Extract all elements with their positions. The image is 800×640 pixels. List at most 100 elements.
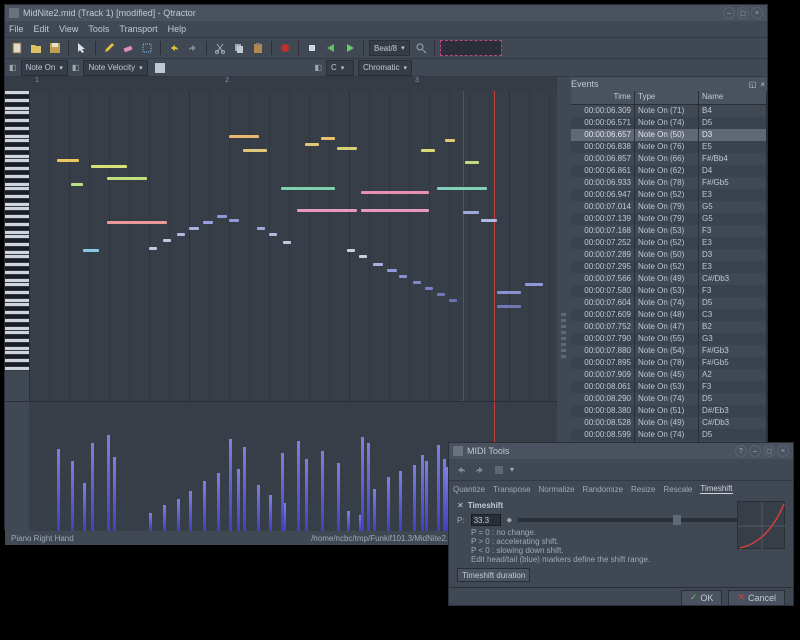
midi-note[interactable] — [437, 187, 487, 190]
midi-note[interactable] — [257, 227, 265, 230]
tool-icon[interactable] — [152, 60, 168, 76]
velocity-bar[interactable] — [217, 473, 220, 531]
event-row[interactable]: 00:00:07.139Note On (79)G5 — [571, 213, 767, 225]
new-icon[interactable] — [9, 40, 25, 56]
midi-note[interactable] — [347, 249, 355, 252]
midi-note[interactable] — [283, 241, 291, 244]
play-icon[interactable] — [342, 40, 358, 56]
midi-note[interactable] — [465, 161, 479, 164]
note-grid[interactable] — [29, 91, 557, 401]
event-row[interactable]: 00:00:06.838Note On (76)E5 — [571, 141, 767, 153]
select-icon[interactable] — [139, 40, 155, 56]
playhead[interactable] — [494, 91, 495, 401]
midi-note[interactable] — [413, 281, 421, 284]
velocity-bar[interactable] — [83, 483, 86, 531]
tools-max-icon[interactable]: ◻ — [763, 445, 775, 457]
midi-note[interactable] — [337, 147, 357, 150]
velocity-bar[interactable] — [305, 459, 308, 531]
event-row[interactable]: 00:00:08.061Note On (53)F3 — [571, 381, 767, 393]
velocity-bar[interactable] — [361, 437, 364, 531]
play-back-icon[interactable] — [323, 40, 339, 56]
midi-note[interactable] — [243, 149, 267, 152]
event-row[interactable]: 00:00:07.604Note On (74)D5 — [571, 297, 767, 309]
event-row[interactable]: 00:00:08.290Note On (74)D5 — [571, 393, 767, 405]
event-type-combo[interactable]: Note On — [21, 60, 68, 76]
menu-edit[interactable]: Edit — [34, 24, 50, 34]
menu-view[interactable]: View — [59, 24, 78, 34]
velocity-bar[interactable] — [113, 457, 116, 531]
slider-thumb[interactable] — [673, 515, 681, 525]
event-row[interactable]: 00:00:07.252Note On (52)E3 — [571, 237, 767, 249]
velocity-bar[interactable] — [337, 463, 340, 531]
midi-note[interactable] — [71, 183, 83, 186]
event-row[interactable]: 00:00:08.528Note On (49)C#/Db3 — [571, 417, 767, 429]
velocity-bar[interactable] — [71, 461, 74, 531]
record-icon[interactable] — [277, 40, 293, 56]
zoom-icon[interactable] — [413, 40, 429, 56]
tools-preset-icon[interactable] — [491, 462, 507, 478]
event-row[interactable]: 00:00:08.599Note On (74)D5 — [571, 429, 767, 441]
col-time[interactable]: Time — [571, 91, 635, 104]
midi-note[interactable] — [91, 165, 127, 168]
copy-icon[interactable] — [231, 40, 247, 56]
midi-note[interactable] — [399, 275, 407, 278]
velocity-bar[interactable] — [203, 481, 206, 531]
detach-icon[interactable]: ◱ — [749, 80, 757, 89]
close-icon[interactable]: × — [751, 7, 763, 19]
event-row[interactable]: 00:00:07.609Note On (48)C3 — [571, 309, 767, 321]
redo-icon[interactable] — [185, 40, 201, 56]
event-row[interactable]: 00:00:07.790Note On (55)G3 — [571, 333, 767, 345]
midi-note[interactable] — [421, 149, 435, 152]
event-row[interactable]: 00:00:07.295Note On (52)E3 — [571, 261, 767, 273]
event-row[interactable]: 00:00:06.657Note On (50)D3 — [571, 129, 767, 141]
piano-keys[interactable] — [5, 91, 29, 401]
velocity-bar[interactable] — [437, 445, 440, 531]
events-header[interactable]: Events ◱ × — [571, 77, 767, 91]
velocity-bar[interactable] — [367, 443, 370, 531]
midi-note[interactable] — [83, 249, 99, 252]
event-row[interactable]: 00:00:07.168Note On (53)F3 — [571, 225, 767, 237]
event-row[interactable]: 00:00:06.861Note On (62)D4 — [571, 165, 767, 177]
tab-timeshift[interactable]: Timeshift — [700, 484, 732, 494]
duration-button[interactable]: Timeshift duration — [457, 568, 530, 582]
event-row[interactable]: 00:00:06.933Note On (78)F#/Gb5 — [571, 177, 767, 189]
midi-note[interactable] — [297, 209, 357, 212]
midi-note[interactable] — [107, 177, 147, 180]
midi-note[interactable] — [481, 219, 497, 222]
thumbnail-strip[interactable] — [440, 40, 502, 56]
undo-icon[interactable] — [166, 40, 182, 56]
velocity-bar[interactable] — [229, 439, 232, 531]
stop-icon[interactable] — [304, 40, 320, 56]
velocity-bar[interactable] — [413, 465, 416, 531]
velocity-bar[interactable] — [347, 511, 350, 531]
eraser-icon[interactable] — [120, 40, 136, 56]
value-type-combo[interactable]: Note Velocity — [83, 60, 147, 76]
midi-note[interactable] — [321, 137, 335, 140]
velocity-bar[interactable] — [321, 451, 324, 531]
tab-normalize[interactable]: Normalize — [539, 485, 575, 494]
velocity-bar[interactable] — [269, 495, 272, 531]
titlebar[interactable]: MidNite2.mid (Track 1) [modified] - Qtra… — [5, 5, 767, 21]
velocity-bar[interactable] — [149, 513, 152, 531]
midi-note[interactable] — [281, 187, 335, 190]
spinner-icon[interactable]: ◆ — [507, 516, 512, 524]
midi-note[interactable] — [189, 227, 199, 230]
p-input[interactable] — [471, 514, 501, 526]
tab-resize[interactable]: Resize — [631, 485, 655, 494]
midi-note[interactable] — [463, 211, 479, 214]
menu-file[interactable]: File — [9, 24, 24, 34]
event-row[interactable]: 00:00:07.895Note On (78)F#/Gb5 — [571, 357, 767, 369]
midi-note[interactable] — [163, 239, 171, 242]
piano-roll[interactable] — [5, 91, 557, 401]
velocity-bar[interactable] — [399, 471, 402, 531]
pencil-icon[interactable] — [101, 40, 117, 56]
ok-button[interactable]: ✓OK — [681, 590, 723, 606]
midi-note[interactable] — [497, 291, 521, 294]
paste-icon[interactable] — [250, 40, 266, 56]
cancel-button[interactable]: ✕Cancel — [728, 590, 785, 606]
event-row[interactable]: 00:00:07.014Note On (79)G5 — [571, 201, 767, 213]
piano-key[interactable] — [5, 367, 29, 371]
event-row[interactable]: 00:00:06.857Note On (66)F#/Bb4 — [571, 153, 767, 165]
midi-note[interactable] — [387, 269, 397, 272]
event-row[interactable]: 00:00:06.309Note On (71)B4 — [571, 105, 767, 117]
